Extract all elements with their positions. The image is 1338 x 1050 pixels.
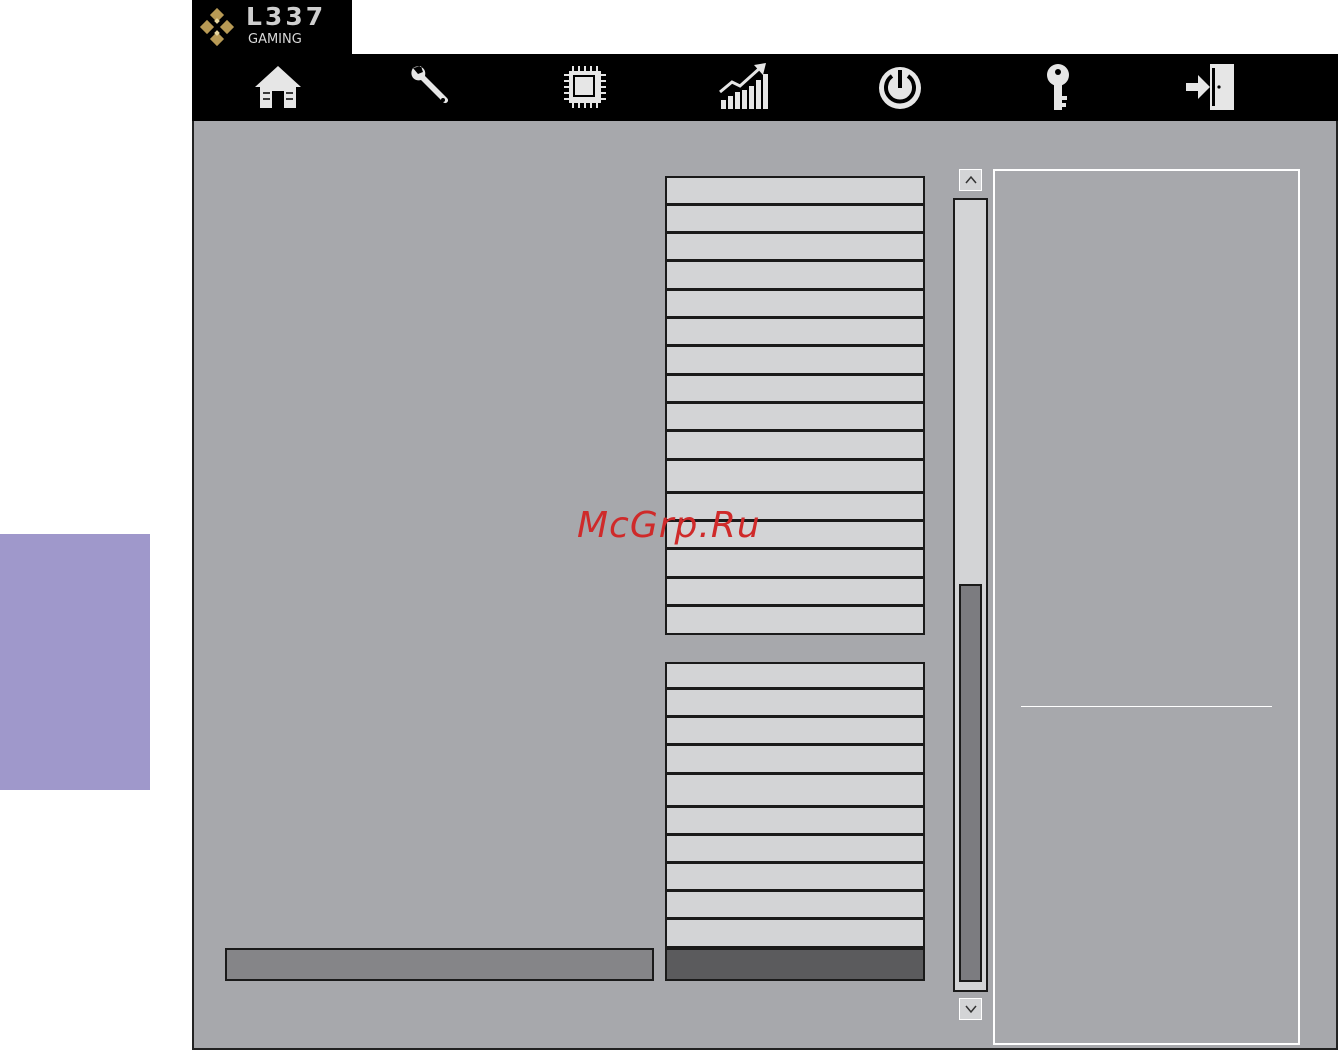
app-window: L337 GAMING McGrp.Ru [192, 0, 1338, 1050]
nav-settings[interactable] [400, 58, 460, 116]
description-panel [993, 169, 1300, 1045]
chevron-down-icon [964, 1005, 977, 1014]
list-item[interactable] [667, 579, 923, 607]
option-list-upper [665, 176, 925, 635]
option-list-lower [665, 662, 925, 948]
brand-subtitle: GAMING [248, 32, 302, 47]
list-item[interactable] [667, 808, 923, 836]
nav-memory[interactable] [555, 58, 615, 116]
brand-logo: L337 GAMING [192, 0, 352, 54]
list-item[interactable] [667, 262, 923, 291]
list-item[interactable] [667, 432, 923, 461]
exit-icon [1186, 64, 1234, 110]
watermark: McGrp.Ru [577, 505, 761, 546]
list-item[interactable] [667, 892, 923, 920]
chevron-up-icon [964, 175, 977, 184]
nav-performance[interactable] [713, 58, 773, 116]
list-item[interactable] [667, 319, 923, 347]
list-item[interactable] [667, 461, 923, 494]
key-icon [1047, 64, 1069, 110]
list-item[interactable] [667, 404, 923, 432]
list-item[interactable] [667, 718, 923, 746]
list-item[interactable] [667, 550, 923, 579]
scrollbar-track[interactable] [953, 198, 988, 992]
scrollbar-thumb[interactable] [959, 584, 982, 982]
list-item[interactable] [667, 347, 923, 376]
value-input-bar[interactable] [225, 948, 654, 981]
power-icon [879, 67, 921, 109]
home-icon [255, 66, 301, 108]
description-divider [1021, 706, 1272, 707]
scroll-down-button[interactable] [959, 998, 982, 1020]
list-item[interactable] [667, 920, 923, 946]
list-item[interactable] [667, 206, 923, 234]
list-item[interactable] [667, 864, 923, 892]
nav-exit[interactable] [1181, 58, 1241, 116]
brand-title: L337 [246, 2, 327, 31]
list-item[interactable] [667, 836, 923, 864]
list-item[interactable] [667, 291, 923, 319]
list-item[interactable] [667, 607, 923, 633]
list-item[interactable] [667, 690, 923, 718]
chart-icon [719, 63, 768, 109]
side-tab [0, 534, 150, 790]
list-item[interactable] [667, 746, 923, 775]
list-item[interactable] [667, 775, 923, 808]
list-item[interactable] [667, 234, 923, 262]
chip-icon [564, 66, 606, 108]
scroll-up-button[interactable] [959, 169, 982, 191]
content-panel: McGrp.Ru [192, 121, 1338, 1050]
wrench-icon [411, 66, 449, 104]
list-item[interactable] [667, 664, 923, 690]
main-toolbar [192, 54, 1338, 121]
nav-key[interactable] [1028, 58, 1088, 116]
selected-item-bar[interactable] [665, 948, 925, 981]
logo-icon [199, 8, 235, 47]
nav-power[interactable] [870, 58, 930, 116]
nav-home[interactable] [248, 58, 308, 116]
list-item[interactable] [667, 178, 923, 206]
list-item[interactable] [667, 376, 923, 404]
